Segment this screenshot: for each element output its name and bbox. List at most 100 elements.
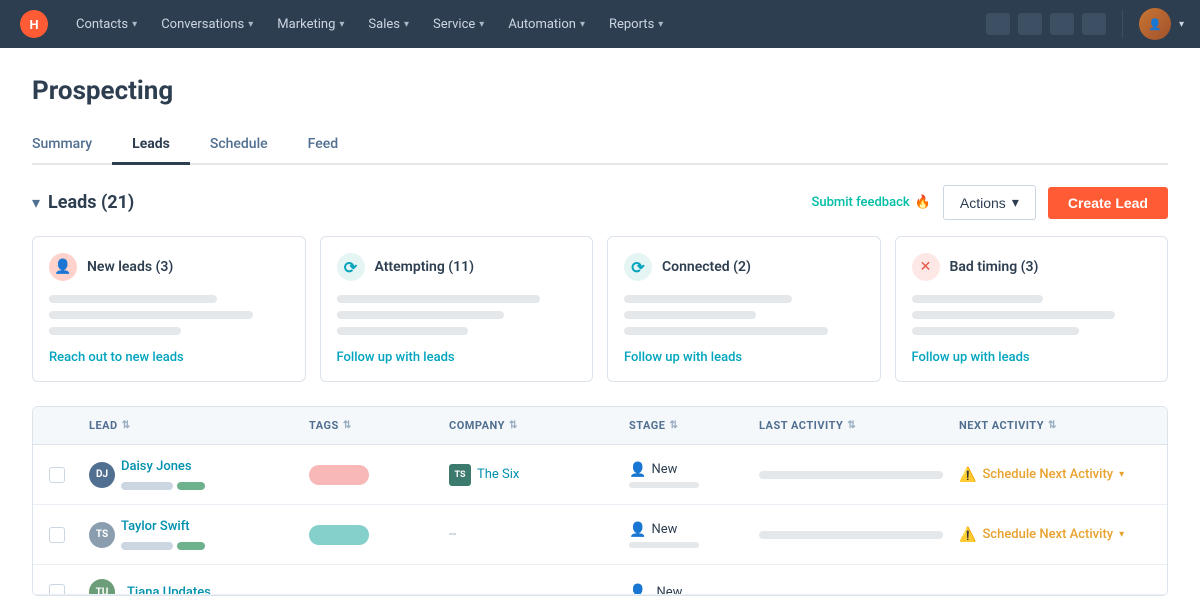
td-tags-taylor <box>301 511 441 559</box>
th-tags[interactable]: Tags ⇅ <box>301 407 441 444</box>
sort-icon: ⇅ <box>1048 420 1057 431</box>
th-lead[interactable]: Lead ⇅ <box>81 407 301 444</box>
bad-timing-action-link[interactable]: Follow up with leads <box>912 350 1030 365</box>
bad-timing-icon: ✕ <box>912 253 940 281</box>
attempting-action-link[interactable]: Follow up with leads <box>337 350 455 365</box>
leads-header: ▾ Leads (21) Submit feedback 🔥 Actions ▾… <box>32 185 1168 220</box>
row-checkbox[interactable] <box>49 584 65 595</box>
tag-pills <box>121 542 205 550</box>
leads-table: Lead ⇅ Tags ⇅ Company ⇅ Stage ⇅ Last Act… <box>32 406 1168 596</box>
leads-expand-icon[interactable]: ▾ <box>32 193 40 212</box>
nav-reports[interactable]: Reports ▾ <box>597 0 675 48</box>
lead-avatar: TS <box>89 522 115 548</box>
td-lead-tiana: TU Tiana Updates <box>81 565 301 595</box>
attempting-icon: ⟳ <box>337 253 365 281</box>
search-icon[interactable] <box>986 13 1010 35</box>
chevron-down-icon: ▾ <box>479 19 484 30</box>
td-stage-taylor: 👤 New <box>621 508 751 562</box>
apps-icon[interactable] <box>1082 13 1106 35</box>
table-row: TS Taylor Swift <box>33 505 1167 565</box>
chevron-down-icon: ▾ <box>404 19 409 30</box>
nav-marketing[interactable]: Marketing ▾ <box>265 0 356 48</box>
nav-right: 👤 ▾ <box>986 8 1184 40</box>
tab-summary[interactable]: Summary <box>32 126 112 165</box>
tab-schedule[interactable]: Schedule <box>190 126 288 165</box>
nav-sales[interactable]: Sales ▾ <box>356 0 421 48</box>
activity-placeholder <box>759 531 943 539</box>
lead-card-connected[interactable]: ⟳ Connected (2) Follow up with leads <box>607 236 881 382</box>
submit-feedback-link[interactable]: Submit feedback 🔥 <box>812 195 931 210</box>
stage-progress-bar <box>629 542 699 548</box>
td-checkbox <box>41 570 81 595</box>
td-tags-daisy <box>301 451 441 499</box>
td-lead-taylor: TS Taylor Swift <box>81 505 301 564</box>
create-lead-button[interactable]: Create Lead <box>1048 187 1168 219</box>
schedule-next-activity-button[interactable]: ⚠️ Schedule Next Activity ▾ <box>959 467 1124 483</box>
td-lead-daisy: DJ Daisy Jones <box>81 445 301 504</box>
hubspot-logo[interactable]: H <box>16 6 52 42</box>
top-navigation: H Contacts ▾ Conversations ▾ Marketing ▾… <box>0 0 1200 48</box>
chevron-down-icon: ▾ <box>248 19 253 30</box>
page-wrapper: Prospecting Summary Leads Schedule Feed … <box>0 48 1200 616</box>
help-icon[interactable] <box>1018 13 1042 35</box>
row-checkbox[interactable] <box>49 527 65 543</box>
td-checkbox <box>41 513 81 557</box>
th-company[interactable]: Company ⇅ <box>441 407 621 444</box>
table-row: DJ Daisy Jones <box>33 445 1167 505</box>
th-checkbox <box>41 407 81 444</box>
feedback-icon: 🔥 <box>915 195 931 210</box>
td-next-activity-daisy: ⚠️ Schedule Next Activity ▾ <box>951 453 1168 497</box>
warning-icon: ⚠️ <box>959 527 976 543</box>
th-next-activity[interactable]: Next Activity ⇅ <box>951 407 1168 444</box>
new-leads-bars <box>49 295 289 335</box>
tab-feed[interactable]: Feed <box>288 126 358 165</box>
svg-text:H: H <box>29 18 38 32</box>
actions-chevron-icon: ▾ <box>1012 194 1019 211</box>
content-area: ▾ Leads (21) Submit feedback 🔥 Actions ▾… <box>0 165 1200 616</box>
chevron-down-icon: ▾ <box>1119 529 1124 540</box>
stage-progress-bar <box>629 482 699 488</box>
td-next-activity-taylor: ⚠️ Schedule Next Activity ▾ <box>951 513 1168 557</box>
lead-avatar: TU <box>89 579 115 595</box>
activity-placeholder <box>759 471 943 479</box>
chevron-down-icon: ▾ <box>658 19 663 30</box>
tag-pill <box>177 482 205 490</box>
tab-leads[interactable]: Leads <box>112 126 190 165</box>
connected-action-link[interactable]: Follow up with leads <box>624 350 742 365</box>
lead-card-bad-timing[interactable]: ✕ Bad timing (3) Follow up with leads <box>895 236 1169 382</box>
connected-icon: ⟳ <box>624 253 652 281</box>
nav-conversations[interactable]: Conversations ▾ <box>149 0 265 48</box>
schedule-next-activity-button[interactable]: ⚠️ Schedule Next Activity ▾ <box>959 527 1124 543</box>
settings-icon[interactable] <box>1050 13 1074 35</box>
row-checkbox[interactable] <box>49 467 65 483</box>
lead-cards: 👤 New leads (3) Reach out to new leads ⟳… <box>32 236 1168 382</box>
td-checkbox <box>41 453 81 497</box>
lead-card-attempting[interactable]: ⟳ Attempting (11) Follow up with leads <box>320 236 594 382</box>
tag-pill <box>309 465 369 485</box>
company-initials: TS <box>449 464 471 486</box>
sort-icon: ⇅ <box>509 420 518 431</box>
leads-title-row: ▾ Leads (21) <box>32 192 134 213</box>
sort-icon: ⇅ <box>343 420 352 431</box>
new-leads-action-link[interactable]: Reach out to new leads <box>49 350 184 365</box>
nav-items: Contacts ▾ Conversations ▾ Marketing ▾ S… <box>64 0 986 48</box>
tag-pills <box>121 482 205 490</box>
nav-automation[interactable]: Automation ▾ <box>496 0 597 48</box>
nav-service[interactable]: Service ▾ <box>421 0 496 48</box>
td-last-activity-taylor <box>751 517 951 553</box>
lead-card-new-leads[interactable]: 👤 New leads (3) Reach out to new leads <box>32 236 306 382</box>
th-stage[interactable]: Stage ⇅ <box>621 407 751 444</box>
nav-contacts[interactable]: Contacts ▾ <box>64 0 149 48</box>
tag-pill <box>121 542 173 550</box>
sort-icon: ⇅ <box>122 420 131 431</box>
chevron-down-icon: ▾ <box>132 19 137 30</box>
connected-bars <box>624 295 864 335</box>
tag-pill <box>177 542 205 550</box>
td-company-daisy: TS The Six <box>441 450 621 500</box>
avatar[interactable]: 👤 <box>1139 8 1171 40</box>
chevron-down-icon: ▾ <box>580 19 585 30</box>
actions-button[interactable]: Actions ▾ <box>943 185 1036 220</box>
bad-timing-bars <box>912 295 1152 335</box>
th-last-activity[interactable]: Last Activity ⇅ <box>751 407 951 444</box>
td-last-activity-daisy <box>751 457 951 493</box>
